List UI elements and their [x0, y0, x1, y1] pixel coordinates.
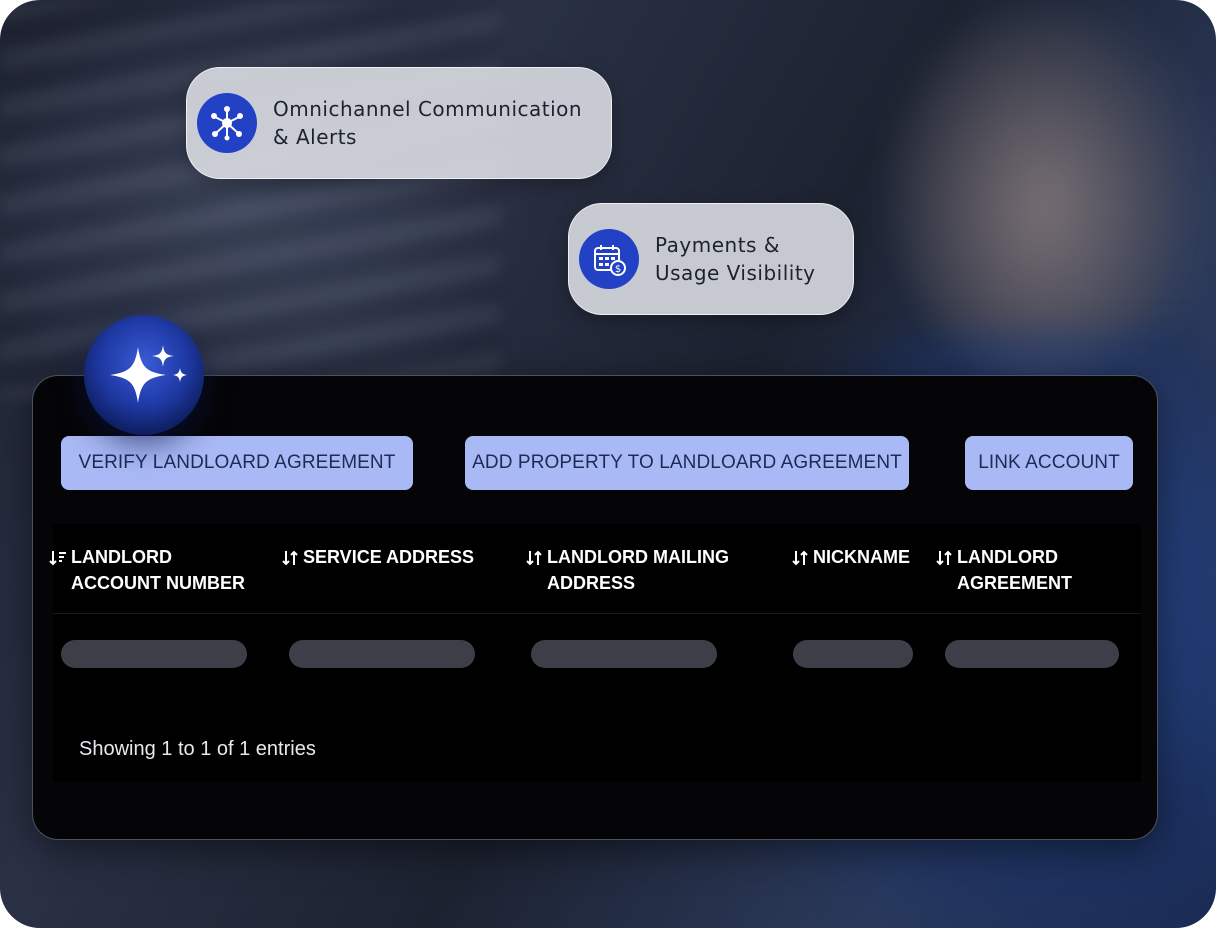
loading-placeholder-cell — [61, 640, 247, 668]
feature-pill-payments: $ Payments & Usage Visibility — [568, 203, 854, 315]
landlord-table: LANDLORD ACCOUNT NUMBER SERVICE ADDRESS … — [49, 524, 1141, 782]
feature-pill-omnichannel: Omnichannel Communication & Alerts — [186, 67, 612, 179]
column-label: LANDLORD ACCOUNT NUMBER — [71, 547, 245, 593]
sorted-descending-icon — [49, 551, 66, 566]
column-label: NICKNAME — [813, 547, 910, 567]
loading-placeholder-cell — [945, 640, 1119, 668]
feature-label: Payments & Usage Visibility — [655, 233, 816, 285]
feature-label: Omnichannel Communication & Alerts — [273, 97, 583, 149]
svg-text:$: $ — [615, 264, 621, 275]
network-nodes-icon — [197, 93, 257, 153]
loading-placeholder-cell — [531, 640, 717, 668]
calendar-payment-icon: $ — [579, 229, 639, 289]
sort-icon — [282, 550, 298, 566]
background-window-blinds — [0, 0, 500, 400]
link-account-button[interactable]: LINK ACCOUNT — [965, 436, 1133, 490]
column-header-mailing-address[interactable]: LANDLORD MAILING ADDRESS — [525, 544, 765, 596]
loading-placeholder-cell — [793, 640, 913, 668]
entries-summary: Showing 1 to 1 of 1 entries — [79, 738, 316, 760]
column-header-account-number[interactable]: LANDLORD ACCOUNT NUMBER — [49, 544, 259, 596]
background-person-head — [900, 20, 1180, 380]
table-header: LANDLORD ACCOUNT NUMBER SERVICE ADDRESS … — [49, 524, 1141, 614]
add-property-button[interactable]: ADD PROPERTY TO LANDLOARD AGREEMENT — [465, 436, 909, 490]
column-header-nickname[interactable]: NICKNAME — [791, 544, 931, 570]
column-header-service-address[interactable]: SERVICE ADDRESS — [281, 544, 501, 570]
verify-landlord-agreement-button[interactable]: VERIFY LANDLOARD AGREEMENT — [61, 436, 413, 490]
loading-placeholder-cell — [289, 640, 475, 668]
column-label: LANDLORD MAILING ADDRESS — [547, 547, 729, 593]
sort-icon — [526, 550, 542, 566]
hero-background: Omnichannel Communication & Alerts $ Pay… — [0, 0, 1216, 928]
sort-icon — [792, 550, 808, 566]
sparkle-icon[interactable] — [84, 315, 204, 435]
column-label: LANDLORD AGREEMENT — [957, 547, 1073, 593]
sort-icon — [936, 550, 952, 566]
landlord-panel: VERIFY LANDLOARD AGREEMENT ADD PROPERTY … — [32, 375, 1158, 840]
column-header-landlord-agreement[interactable]: LANDLORD AGREEMENT — [935, 544, 1125, 596]
column-label: SERVICE ADDRESS — [303, 547, 475, 567]
